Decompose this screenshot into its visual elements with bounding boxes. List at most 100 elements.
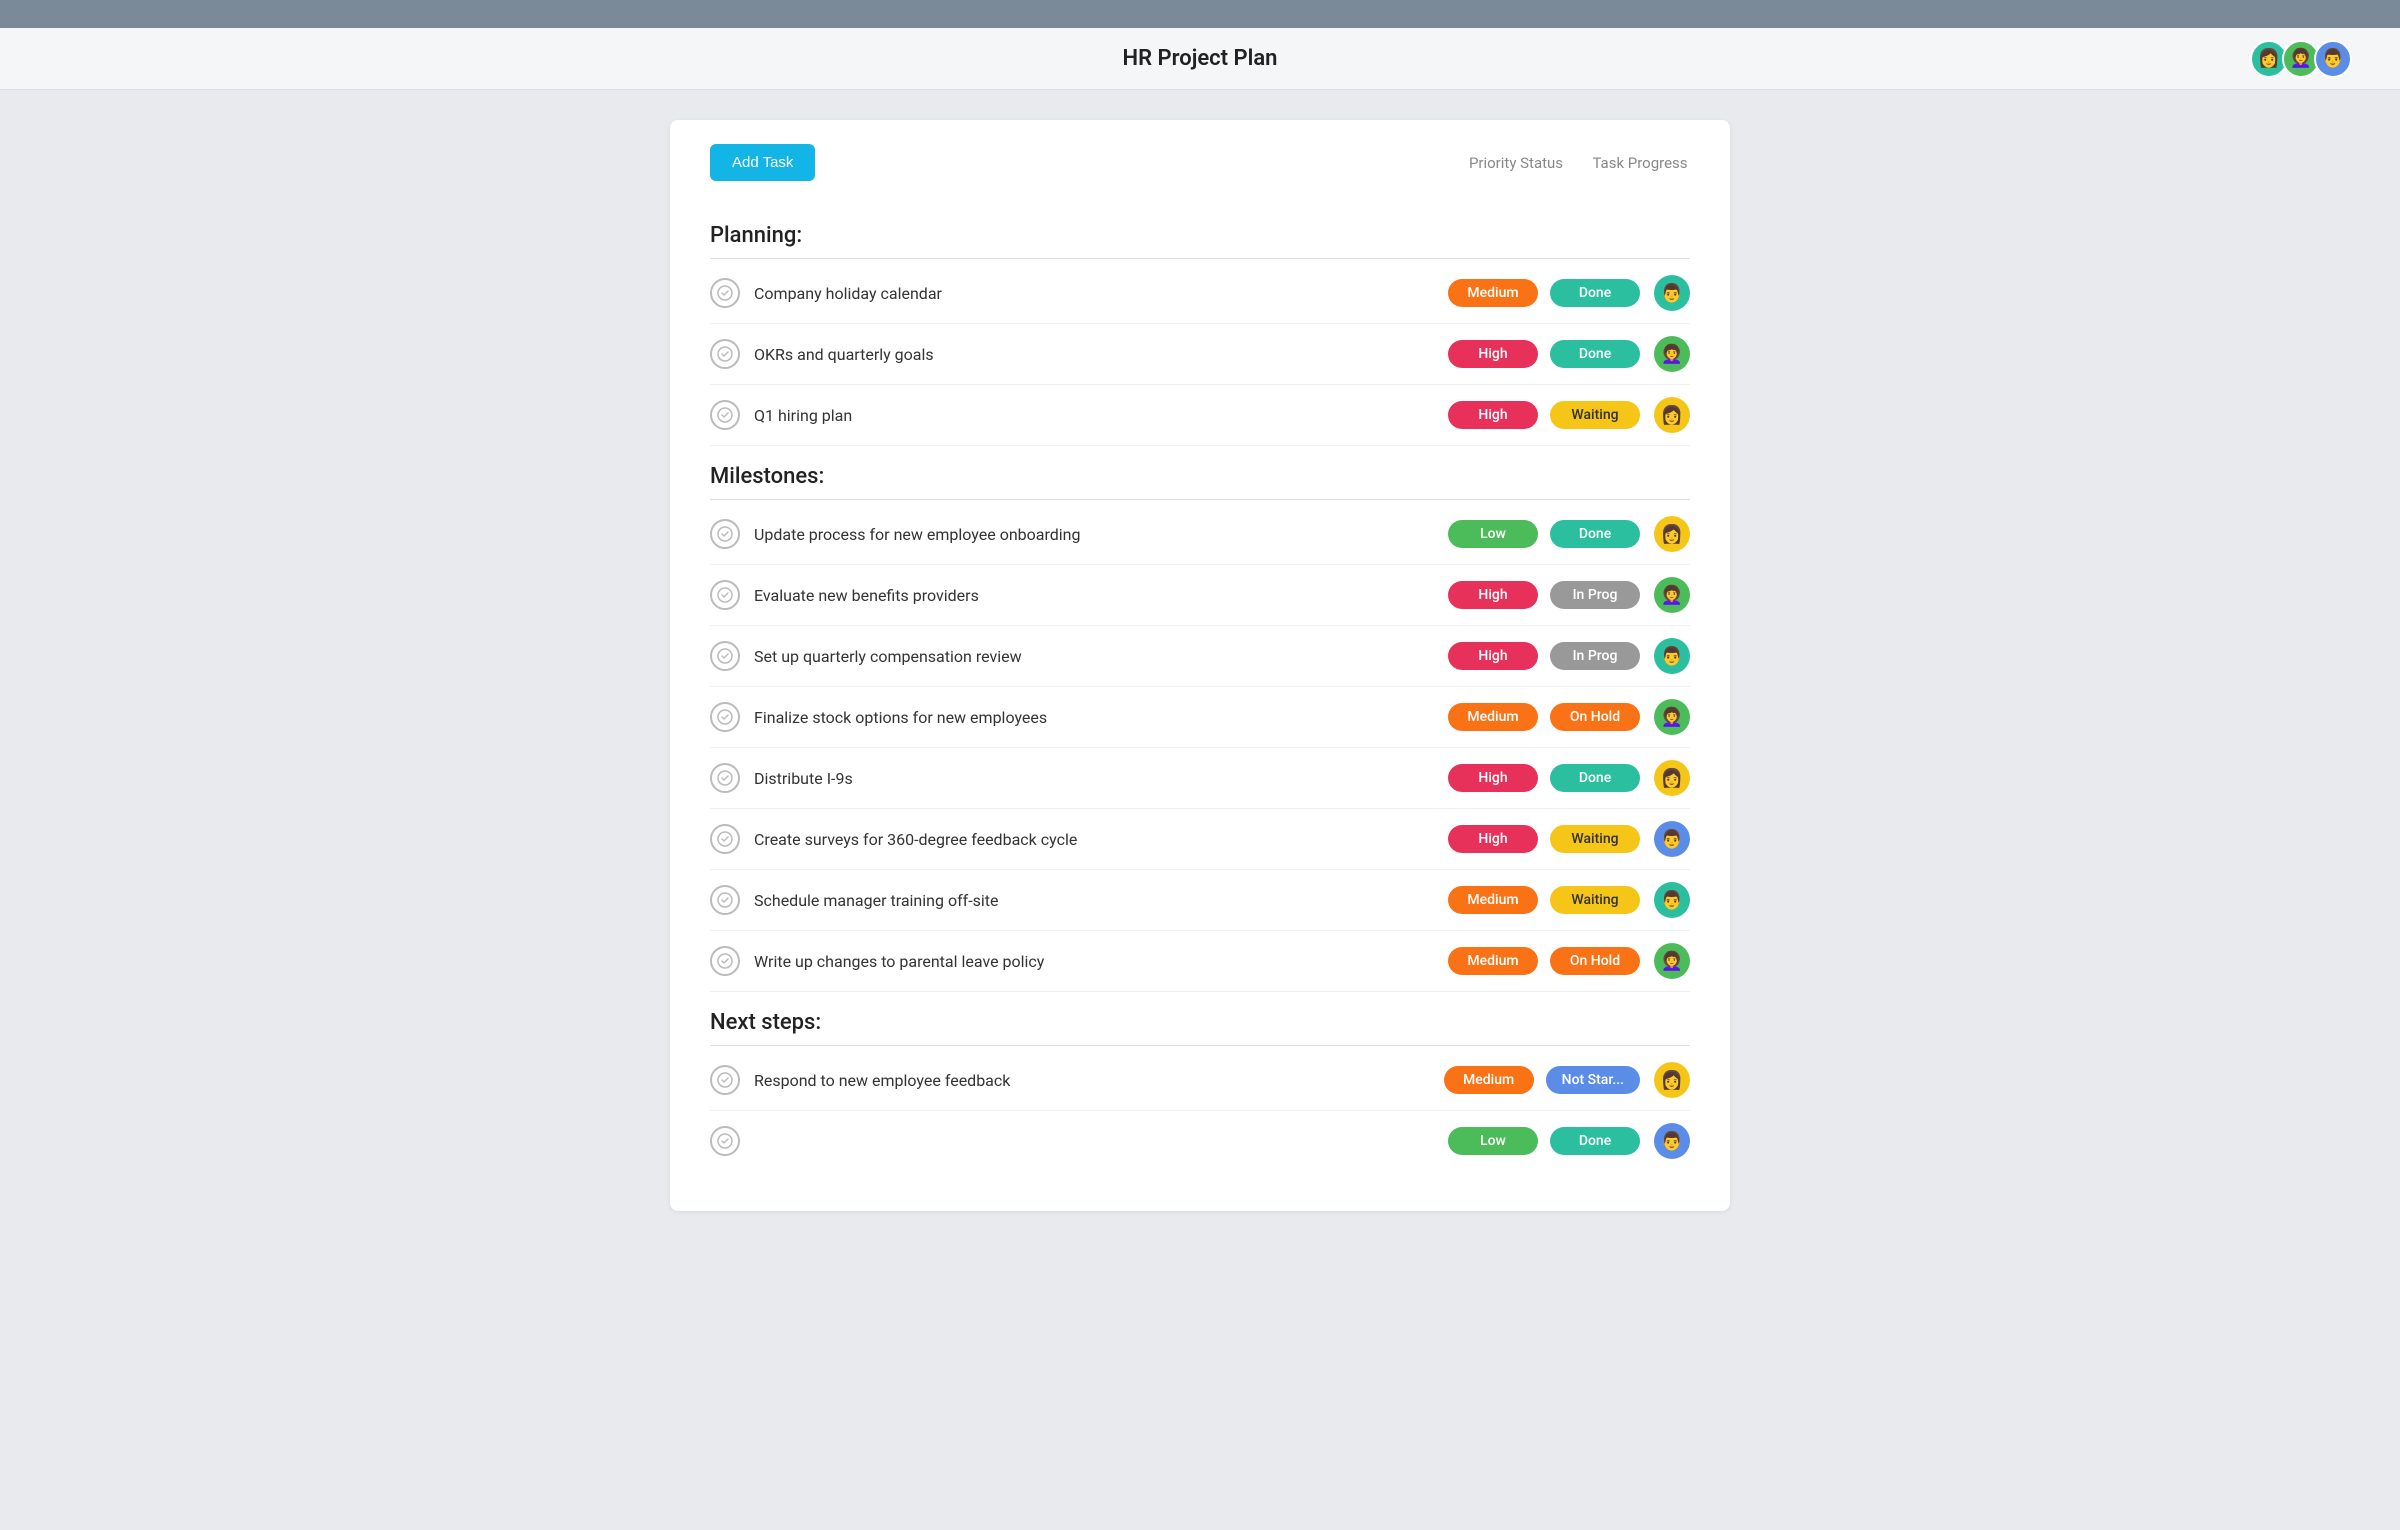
task-row: Distribute I-9s High Done 👩 [710,748,1690,809]
task-row: Create surveys for 360-degree feedback c… [710,809,1690,870]
task-checkbox[interactable] [710,1065,740,1095]
task-badges: Medium Done [1448,279,1640,307]
task-avatar: 👨 [1654,821,1690,857]
task-row: Set up quarterly compensation review Hig… [710,626,1690,687]
task-badges: High Waiting [1448,401,1640,429]
status-badge: Waiting [1550,825,1640,853]
task-avatar: 👩‍🦱 [1654,336,1690,372]
task-checkbox[interactable] [710,580,740,610]
status-badge: Done [1550,520,1640,548]
header-avatars: 👩 👩‍🦱 👨 [2250,40,2352,78]
task-row: OKRs and quarterly goals High Done 👩‍🦱 [710,324,1690,385]
priority-badge: Medium [1448,703,1538,731]
task-name: Create surveys for 360-degree feedback c… [754,830,1448,849]
task-checkbox[interactable] [710,946,740,976]
priority-badge: High [1448,825,1538,853]
status-badge: Done [1550,764,1640,792]
add-task-button[interactable]: Add Task [710,144,815,181]
status-badge: On Hold [1550,703,1640,731]
task-name: Update process for new employee onboardi… [754,525,1448,544]
task-name: Write up changes to parental leave polic… [754,952,1448,971]
column-headers: Priority Status Task Progress [1466,154,1690,172]
task-row: Company holiday calendar Medium Done 👨 [710,263,1690,324]
priority-badge: High [1448,581,1538,609]
task-avatar: 👨 [1654,1123,1690,1159]
task-name: Finalize stock options for new employees [754,708,1448,727]
priority-badge: High [1448,340,1538,368]
avatar-3[interactable]: 👨 [2314,40,2352,78]
task-avatar: 👩‍🦱 [1654,577,1690,613]
status-badge: Done [1550,1127,1640,1155]
task-avatar: 👨 [1654,275,1690,311]
priority-badge: High [1448,401,1538,429]
task-checkbox[interactable] [710,400,740,430]
top-bar [0,0,2400,28]
priority-status-header: Priority Status [1466,154,1566,172]
task-badges: High Done [1448,764,1640,792]
task-badges: High Waiting [1448,825,1640,853]
task-badges: Low Done [1448,520,1640,548]
task-avatar: 👩 [1654,397,1690,433]
status-badge: Not Star... [1546,1066,1640,1094]
task-checkbox[interactable] [710,278,740,308]
task-avatar: 👨 [1654,638,1690,674]
task-checkbox[interactable] [710,702,740,732]
task-row: Low Done 👨 [710,1111,1690,1171]
task-checkbox[interactable] [710,1126,740,1156]
section-nextsteps-title: Next steps: [710,992,1690,1046]
task-checkbox[interactable] [710,885,740,915]
task-badges: High Done [1448,340,1640,368]
task-name: Company holiday calendar [754,284,1448,303]
task-badges: Medium Waiting [1448,886,1640,914]
task-badges: High In Prog [1448,642,1640,670]
section-planning-title: Planning: [710,205,1690,259]
task-avatar: 👩‍🦱 [1654,943,1690,979]
task-name: Set up quarterly compensation review [754,647,1448,666]
task-row: Finalize stock options for new employees… [710,687,1690,748]
task-progress-header: Task Progress [1590,154,1690,172]
task-row: Schedule manager training off-site Mediu… [710,870,1690,931]
main-content: Add Task Priority Status Task Progress P… [670,120,1730,1211]
priority-badge: Low [1448,520,1538,548]
status-badge: Waiting [1550,401,1640,429]
task-row: Write up changes to parental leave polic… [710,931,1690,992]
header: HR Project Plan 👩 👩‍🦱 👨 [0,28,2400,90]
task-name: Respond to new employee feedback [754,1071,1444,1090]
status-badge: In Prog [1550,642,1640,670]
status-badge: Done [1550,340,1640,368]
task-badges: Medium Not Star... [1444,1066,1640,1094]
priority-badge: Medium [1448,279,1538,307]
priority-badge: Medium [1448,947,1538,975]
task-checkbox[interactable] [710,339,740,369]
task-checkbox[interactable] [710,763,740,793]
status-badge: On Hold [1550,947,1640,975]
task-avatar: 👩 [1654,760,1690,796]
priority-badge: High [1448,764,1538,792]
task-name: Evaluate new benefits providers [754,586,1448,605]
priority-badge: High [1448,642,1538,670]
task-name: Schedule manager training off-site [754,891,1448,910]
toolbar: Add Task Priority Status Task Progress [710,144,1690,181]
task-badges: Low Done [1448,1127,1640,1155]
task-checkbox[interactable] [710,824,740,854]
task-avatar: 👩 [1654,1062,1690,1098]
task-row: Update process for new employee onboardi… [710,504,1690,565]
task-checkbox[interactable] [710,641,740,671]
task-avatar: 👩‍🦱 [1654,699,1690,735]
status-badge: Done [1550,279,1640,307]
page-title: HR Project Plan [1123,46,1278,71]
status-badge: Waiting [1550,886,1640,914]
priority-badge: Medium [1448,886,1538,914]
task-badges: Medium On Hold [1448,947,1640,975]
task-badges: High In Prog [1448,581,1640,609]
task-checkbox[interactable] [710,519,740,549]
task-badges: Medium On Hold [1448,703,1640,731]
task-row: Evaluate new benefits providers High In … [710,565,1690,626]
task-avatar: 👩 [1654,516,1690,552]
task-avatar: 👨 [1654,882,1690,918]
task-name: Q1 hiring plan [754,406,1448,425]
status-badge: In Prog [1550,581,1640,609]
task-name: Distribute I-9s [754,769,1448,788]
priority-badge: Low [1448,1127,1538,1155]
task-name: OKRs and quarterly goals [754,345,1448,364]
